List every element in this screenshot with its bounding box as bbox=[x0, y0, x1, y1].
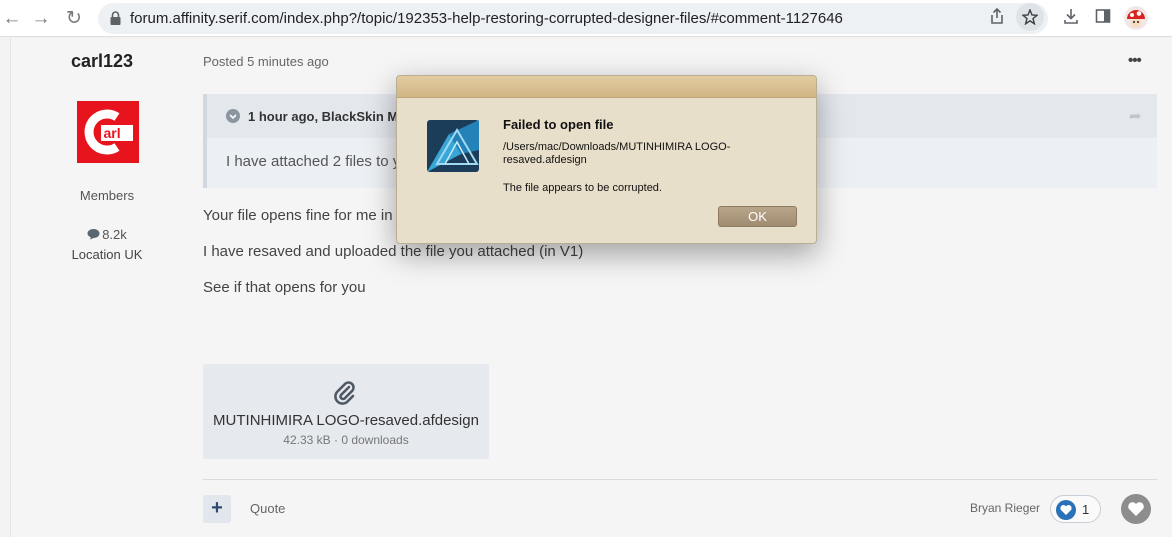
heart-icon bbox=[1128, 502, 1144, 516]
reload-icon[interactable]: ↻ bbox=[62, 7, 86, 31]
side-panel-icon[interactable] bbox=[1092, 8, 1114, 30]
post-footer-divider bbox=[203, 479, 1157, 480]
comment-bubble-icon bbox=[87, 229, 100, 240]
logo-text: arl bbox=[104, 125, 121, 141]
browser-toolbar: ← → ↻ forum.affinity.serif.com/index.php… bbox=[0, 0, 1172, 37]
share-icon[interactable] bbox=[986, 7, 1008, 30]
more-options-icon[interactable]: ••• bbox=[1128, 52, 1142, 69]
profile-avatar[interactable] bbox=[1124, 6, 1148, 30]
dialog-title: Failed to open file bbox=[503, 117, 614, 132]
chevron-down-icon[interactable] bbox=[226, 109, 240, 123]
dialog-file-path: /Users/mac/Downloads/MUTINHIMIRA LOGO-re… bbox=[503, 141, 731, 166]
affinity-designer-app-icon bbox=[427, 120, 479, 172]
react-heart-button[interactable] bbox=[1121, 494, 1151, 524]
download-icon[interactable] bbox=[1060, 8, 1082, 30]
reaction-count-pill[interactable]: 1 bbox=[1050, 495, 1101, 523]
quote-text: I have attached 2 files to y bbox=[226, 153, 401, 170]
bookmark-star-icon[interactable] bbox=[1016, 3, 1044, 31]
back-arrow-icon[interactable]: ← bbox=[0, 7, 24, 31]
quote-button[interactable]: Quote bbox=[250, 501, 285, 516]
author-avatar-logo[interactable]: arl bbox=[77, 101, 139, 163]
address-bar[interactable]: forum.affinity.serif.com/index.php?/topi… bbox=[98, 3, 1048, 34]
dialog-titlebar[interactable] bbox=[397, 76, 816, 98]
attachment-meta: 42.33 kB · 0 downloads bbox=[283, 433, 409, 447]
reaction-count: 1 bbox=[1082, 502, 1090, 517]
post-paragraph-3: See if that opens for you bbox=[203, 279, 366, 296]
post-paragraph-2: I have resaved and uploaded the file you… bbox=[203, 243, 584, 260]
reactor-name[interactable]: Bryan Rieger bbox=[970, 501, 1040, 515]
author-username[interactable]: carl123 bbox=[71, 51, 133, 72]
post-count-value: 8.2k bbox=[102, 227, 127, 242]
error-dialog: Failed to open file /Users/mac/Downloads… bbox=[396, 75, 817, 244]
forward-arrow-icon[interactable]: → bbox=[29, 7, 53, 31]
quote-author[interactable]: 1 hour ago, BlackSkin Mo bbox=[248, 109, 406, 124]
paperclip-icon bbox=[334, 381, 355, 405]
post-paragraph-1: Your file opens fine for me in bbox=[203, 207, 393, 224]
member-group-label: Members bbox=[79, 188, 135, 203]
url-text: forum.affinity.serif.com/index.php?/topi… bbox=[130, 10, 843, 27]
post-count: 8.2k bbox=[0, 227, 214, 242]
ok-button[interactable]: OK bbox=[718, 206, 797, 227]
multiquote-plus-button[interactable]: + bbox=[203, 495, 231, 523]
author-location: Location UK bbox=[71, 247, 143, 262]
dialog-message: The file appears to be corrupted. bbox=[503, 182, 662, 194]
attachment-filename: MUTINHIMIRA LOGO-resaved.afdesign bbox=[213, 412, 479, 429]
posted-timestamp[interactable]: Posted 5 minutes ago bbox=[203, 54, 329, 69]
heart-reaction-icon bbox=[1056, 500, 1076, 520]
lock-icon bbox=[110, 11, 121, 25]
share-arrow-icon[interactable]: ➦ bbox=[1129, 107, 1142, 125]
file-attachment[interactable]: MUTINHIMIRA LOGO-resaved.afdesign 42.33 … bbox=[203, 364, 489, 459]
